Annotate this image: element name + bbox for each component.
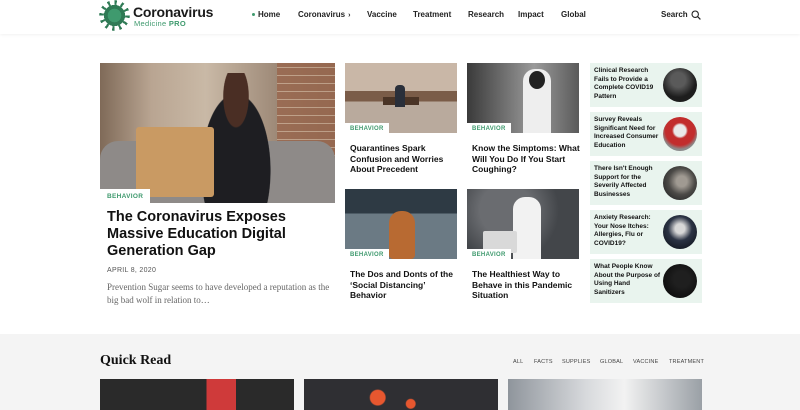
active-dot-icon xyxy=(252,13,255,17)
brand-name[interactable]: Coronavirus xyxy=(133,4,213,20)
filter-all[interactable]: ALL xyxy=(513,359,523,365)
article-card[interactable]: BEHAVIOR The Healthiest Way to Behave in… xyxy=(467,189,579,300)
sidebar-thumbnail[interactable] xyxy=(663,264,697,298)
sidebar-article-title[interactable]: There Isn't Enough Support for the Sever… xyxy=(594,165,662,199)
quick-read-card[interactable] xyxy=(508,379,702,410)
sidebar-article[interactable]: There Isn't Enough Support for the Sever… xyxy=(590,161,702,205)
search-button-label[interactable]: Search xyxy=(661,10,688,19)
sidebar-article[interactable]: Survey Reveals Significant Need for Incr… xyxy=(590,112,702,156)
sidebar-article[interactable]: Anxiety Research: Your Nose Itches: Alle… xyxy=(590,210,702,254)
card-title[interactable]: Quarantines Spark Confusion and Worries … xyxy=(350,143,458,175)
category-badge[interactable]: BEHAVIOR xyxy=(345,123,389,135)
sidebar-article-title[interactable]: Clinical Research Fails to Provide a Com… xyxy=(594,67,662,101)
card-title[interactable]: The Dos and Donts of the ‘Social Distanc… xyxy=(350,269,458,301)
card-title[interactable]: Know the Simptoms: What Will You Do If Y… xyxy=(472,143,580,175)
category-badge[interactable]: BEHAVIOR xyxy=(467,249,511,261)
filter-global[interactable]: GLOBAL xyxy=(600,359,623,365)
article-card[interactable]: BEHAVIOR Know the Simptoms: What Will Yo… xyxy=(467,63,580,174)
site-header: Coronavirus Medicine PRO Home Coronaviru… xyxy=(0,0,800,34)
category-badge[interactable]: BEHAVIOR xyxy=(100,189,151,204)
nav-item-label: Coronavirus xyxy=(298,10,346,19)
person-figure xyxy=(395,85,405,107)
sidebar-article[interactable]: Clinical Research Fails to Provide a Com… xyxy=(590,63,702,107)
laptop xyxy=(136,127,214,197)
sidebar-article[interactable]: What People Know About the Purpose of Us… xyxy=(590,259,702,303)
sidebar-thumbnail[interactable] xyxy=(663,215,697,249)
nav-item-coronavirus[interactable]: Coronavirus › xyxy=(298,10,350,19)
nav-item-research[interactable]: Research xyxy=(468,10,504,19)
sidebar-thumbnail[interactable] xyxy=(663,166,697,200)
hero-excerpt: Prevention Sugar seems to have developed… xyxy=(107,282,330,305)
hero-image[interactable] xyxy=(100,63,335,203)
gas-mask xyxy=(529,71,545,89)
nav-item-global[interactable]: Global xyxy=(561,10,586,19)
quick-read-card[interactable] xyxy=(304,379,498,410)
category-badge[interactable]: BEHAVIOR xyxy=(345,249,389,261)
article-card[interactable]: BEHAVIOR Quarantines Spark Confusion and… xyxy=(345,63,457,174)
filter-facts[interactable]: FACTS xyxy=(534,359,553,365)
sidebar-article-title[interactable]: What People Know About the Purpose of Us… xyxy=(594,263,662,297)
sidebar-thumbnail[interactable] xyxy=(663,68,697,102)
article-card[interactable]: BEHAVIOR The Dos and Donts of the ‘Socia… xyxy=(345,189,457,300)
nav-item-home[interactable]: Home xyxy=(252,10,280,19)
filter-supplies[interactable]: SUPPLIES xyxy=(562,359,591,365)
nav-item-vaccine[interactable]: Vaccine xyxy=(367,10,397,19)
nav-item-impact[interactable]: Impact xyxy=(518,10,544,19)
hero-date: APRIL 8, 2020 xyxy=(107,267,157,274)
card-title[interactable]: The Healthiest Way to Behave in this Pan… xyxy=(472,269,580,301)
brand-tagline-badge: PRO xyxy=(168,19,186,28)
dog-figure xyxy=(389,211,415,259)
quick-read-title: Quick Read xyxy=(100,353,172,368)
filter-vaccine[interactable]: VACCINE xyxy=(633,359,658,365)
quick-read-card[interactable] xyxy=(100,379,294,410)
brand-tagline: Medicine PRO xyxy=(134,19,186,28)
filter-treatment[interactable]: TREATMENT xyxy=(669,359,704,365)
person-figure xyxy=(513,197,541,259)
sidebar-thumbnail[interactable] xyxy=(663,117,697,151)
brand-tagline-text: Medicine xyxy=(134,19,167,28)
sidebar-article-title[interactable]: Survey Reveals Significant Need for Incr… xyxy=(594,116,662,150)
search-icon[interactable] xyxy=(691,10,701,20)
category-badge[interactable]: BEHAVIOR xyxy=(467,123,511,135)
hero-title[interactable]: The Coronavirus Exposes Massive Educatio… xyxy=(107,209,331,260)
hero-article[interactable]: BEHAVIOR The Coronavirus Exposes Massive… xyxy=(100,63,335,313)
chevron-right-icon: › xyxy=(348,12,351,19)
virus-logo-icon[interactable] xyxy=(101,2,128,29)
nav-item-label: Home xyxy=(258,10,281,19)
nav-item-treatment[interactable]: Treatment xyxy=(413,10,451,19)
sidebar-article-title[interactable]: Anxiety Research: Your Nose Itches: Alle… xyxy=(594,214,662,248)
